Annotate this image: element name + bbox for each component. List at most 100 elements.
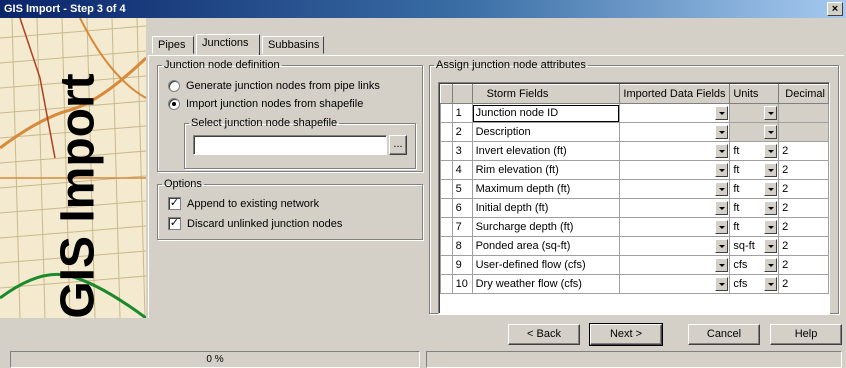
generate-nodes-option[interactable]: Generate junction nodes from pipe links xyxy=(168,80,380,92)
decimal-cell[interactable]: 2 xyxy=(778,160,829,180)
side-banner: GIS Import xyxy=(0,18,146,318)
decimal-cell[interactable]: 2 xyxy=(778,236,829,256)
shapefile-input[interactable] xyxy=(193,135,387,155)
imported-field-cell[interactable] xyxy=(619,236,731,256)
imported-field-cell[interactable] xyxy=(619,160,731,180)
units-cell[interactable]: ft xyxy=(729,160,780,180)
column-header-units: Units xyxy=(729,84,780,104)
discard-checkbox[interactable]: ✓ xyxy=(168,217,181,230)
tab-junctions[interactable]: Junctions xyxy=(196,34,260,55)
table-row[interactable]: 6 Initial depth (ft) ft 2 xyxy=(440,198,829,218)
row-indicator xyxy=(440,160,453,180)
imported-field-cell[interactable] xyxy=(619,141,731,161)
dropdown-arrow-icon[interactable] xyxy=(764,277,778,291)
decimal-cell[interactable]: 2 xyxy=(778,274,829,294)
help-button[interactable]: Help xyxy=(770,324,842,345)
import-nodes-label: Import junction nodes from shapefile xyxy=(186,98,364,110)
dropdown-arrow-icon[interactable] xyxy=(764,163,778,177)
table-row[interactable]: 10 Dry weather flow (cfs) cfs 2 xyxy=(440,274,829,294)
append-option[interactable]: ✓ Append to existing network xyxy=(168,197,319,210)
table-row[interactable]: 8 Ponded area (sq-ft) sq-ft 2 xyxy=(440,236,829,256)
table-row[interactable]: 1 Junction node ID xyxy=(440,103,829,123)
units-cell[interactable]: sq-ft xyxy=(729,236,780,256)
dropdown-arrow-icon[interactable] xyxy=(715,182,729,196)
decimal-cell[interactable]: 2 xyxy=(778,217,829,237)
table-row[interactable]: 3 Invert elevation (ft) ft 2 xyxy=(440,141,829,161)
imported-field-cell[interactable] xyxy=(619,274,731,294)
dropdown-arrow-icon[interactable] xyxy=(764,106,778,120)
units-value: sq-ft xyxy=(733,240,755,252)
dropdown-arrow-icon[interactable] xyxy=(764,239,778,253)
units-cell[interactable]: cfs xyxy=(729,255,780,275)
back-button[interactable]: < Back xyxy=(508,324,580,345)
dropdown-arrow-icon[interactable] xyxy=(715,144,729,158)
imported-field-cell[interactable] xyxy=(619,179,731,199)
dropdown-arrow-icon[interactable] xyxy=(715,239,729,253)
dropdown-arrow-icon[interactable] xyxy=(715,277,729,291)
row-number: 8 xyxy=(451,236,473,256)
imported-field-cell[interactable] xyxy=(619,122,731,142)
next-button[interactable]: Next > xyxy=(589,323,663,346)
attributes-group: Assign junction node attributes Storm Fi… xyxy=(429,59,839,314)
imported-field-cell[interactable] xyxy=(619,103,731,123)
dropdown-arrow-icon[interactable] xyxy=(764,258,778,272)
dropdown-arrow-icon[interactable] xyxy=(715,125,729,139)
dropdown-arrow-icon[interactable] xyxy=(715,163,729,177)
import-nodes-radio[interactable] xyxy=(168,98,180,110)
tab-subbasins[interactable]: Subbasins xyxy=(262,36,324,54)
units-cell[interactable] xyxy=(729,122,780,142)
storm-field-cell: User-defined flow (cfs) xyxy=(471,255,621,275)
row-number: 5 xyxy=(451,179,473,199)
dropdown-arrow-icon[interactable] xyxy=(764,201,778,215)
units-cell[interactable]: ft xyxy=(729,179,780,199)
generate-nodes-label: Generate junction nodes from pipe links xyxy=(186,80,380,92)
row-number: 1 xyxy=(451,103,473,123)
decimal-cell[interactable] xyxy=(778,103,829,123)
row-indicator xyxy=(440,179,453,199)
units-cell[interactable]: ft xyxy=(729,217,780,237)
units-cell[interactable]: cfs xyxy=(729,274,780,294)
decimal-cell[interactable]: 2 xyxy=(778,198,829,218)
units-cell[interactable]: ft xyxy=(729,198,780,218)
storm-field-cell: Ponded area (sq-ft) xyxy=(471,236,621,256)
attributes-grid[interactable]: Storm Fields Imported Data Fields Units … xyxy=(438,82,830,314)
units-cell[interactable]: ft xyxy=(729,141,780,161)
table-row[interactable]: 9 User-defined flow (cfs) cfs 2 xyxy=(440,255,829,275)
imported-field-cell[interactable] xyxy=(619,217,731,237)
column-header-imported: Imported Data Fields xyxy=(619,84,731,104)
dropdown-arrow-icon[interactable] xyxy=(715,258,729,272)
generate-nodes-radio[interactable] xyxy=(168,80,180,92)
corner-header xyxy=(440,84,453,104)
append-checkbox[interactable]: ✓ xyxy=(168,197,181,210)
dropdown-arrow-icon[interactable] xyxy=(764,182,778,196)
decimal-cell[interactable]: 2 xyxy=(778,141,829,161)
dropdown-arrow-icon[interactable] xyxy=(715,220,729,234)
dropdown-arrow-icon[interactable] xyxy=(764,125,778,139)
table-row[interactable]: 2 Description xyxy=(440,122,829,142)
dropdown-arrow-icon[interactable] xyxy=(715,106,729,120)
storm-field-cell: Surcharge depth (ft) xyxy=(471,217,621,237)
dropdown-arrow-icon[interactable] xyxy=(764,220,778,234)
dropdown-arrow-icon[interactable] xyxy=(764,144,778,158)
junction-definition-group: Junction node definition Generate juncti… xyxy=(157,59,423,172)
append-label: Append to existing network xyxy=(187,197,320,210)
browse-shapefile-button[interactable]: ... xyxy=(389,135,407,155)
cancel-button[interactable]: Cancel xyxy=(688,324,760,345)
import-nodes-option[interactable]: Import junction nodes from shapefile xyxy=(168,98,363,110)
tab-pipes[interactable]: Pipes xyxy=(152,36,194,54)
decimal-cell[interactable]: 2 xyxy=(778,179,829,199)
close-button[interactable]: × xyxy=(827,2,843,16)
column-header-number xyxy=(451,84,473,104)
table-row[interactable]: 4 Rim elevation (ft) ft 2 xyxy=(440,160,829,180)
junction-definition-legend: Junction node definition xyxy=(164,59,280,71)
decimal-cell[interactable] xyxy=(778,122,829,142)
units-cell[interactable] xyxy=(729,103,780,123)
dropdown-arrow-icon[interactable] xyxy=(715,201,729,215)
imported-field-cell[interactable] xyxy=(619,255,731,275)
discard-option[interactable]: ✓ Discard unlinked junction nodes xyxy=(168,217,342,230)
table-row[interactable]: 5 Maximum depth (ft) ft 2 xyxy=(440,179,829,199)
window-title: GIS Import - Step 3 of 4 xyxy=(4,3,126,15)
imported-field-cell[interactable] xyxy=(619,198,731,218)
decimal-cell[interactable]: 2 xyxy=(778,255,829,275)
table-row[interactable]: 7 Surcharge depth (ft) ft 2 xyxy=(440,217,829,237)
